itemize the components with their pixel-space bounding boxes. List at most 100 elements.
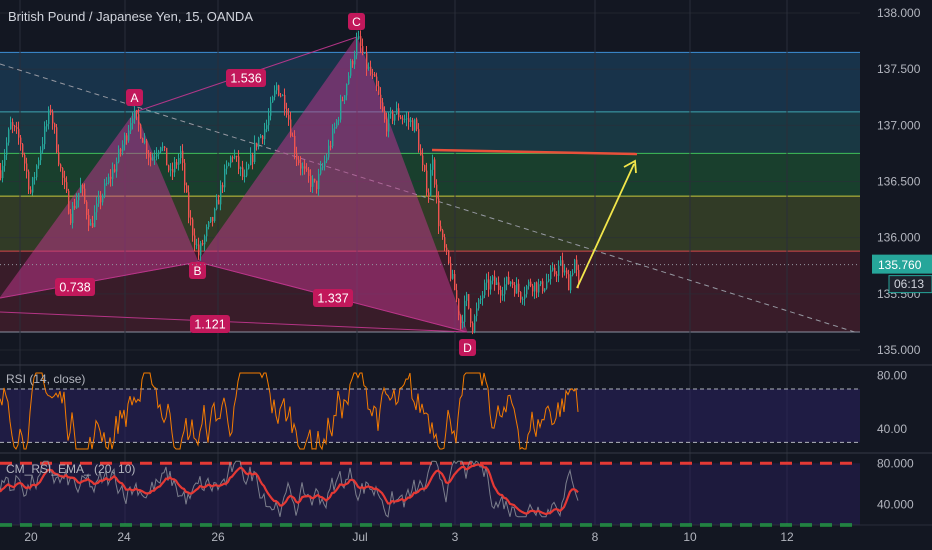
candle-body [364,52,366,54]
candle-body [542,281,544,292]
candle-body [416,119,418,130]
candle-body [386,119,388,132]
candle-body [72,205,74,224]
candle-body [150,157,152,161]
candle-body [528,281,530,287]
candle-body [20,137,22,145]
candle-body [124,135,126,145]
candle-body [84,188,86,202]
candle-body [282,95,284,97]
candle-body [464,300,466,322]
time-axis-tick-label: Jul [352,530,367,544]
candle-body [362,46,364,54]
candle-body [466,294,468,301]
candle-body [328,145,330,158]
gbpjpy-chart[interactable]: A B C D 1.536 0.738 1.337 1.121 138.000 137.500 13… [0,0,932,550]
candle-body [394,114,396,121]
candle-body [284,95,286,109]
candle-body [100,196,102,203]
candle-body [310,175,312,187]
candle-body [570,274,572,291]
candle-body [54,123,56,128]
candle-body [70,213,72,224]
time-axis-tick-label: 12 [780,530,794,544]
candle-body [60,164,62,169]
candle-body [298,159,300,164]
candle-body [216,199,218,209]
candle-body [280,95,282,97]
candle-body [562,260,564,273]
candle-body [230,157,232,164]
candle-body [556,274,558,276]
candle-body [34,177,36,179]
candle-body [46,123,48,127]
candle-body [510,281,512,285]
candle-body [484,282,486,296]
candle-body [148,153,150,158]
candle-body [492,276,494,281]
cm-rsi-axis-tick-label: 80.000 [877,456,914,470]
candle-body [238,156,240,169]
candle-body [260,135,262,138]
candle-body [420,150,422,156]
candle-body [40,150,42,161]
candle-body [116,161,118,172]
candle-body [198,244,200,256]
candle-body [168,165,170,171]
candle-body [244,175,246,177]
candle-body [152,157,154,161]
candle-body [402,118,404,120]
candle-body [390,111,392,114]
candle-body [410,120,412,122]
candle-body [442,230,444,238]
candle-body [208,221,210,227]
candle-body [78,192,80,201]
candle-body [118,149,120,162]
candle-body [300,163,302,169]
candle-body [370,66,372,75]
candle-body [314,178,316,181]
candle-body [548,278,550,282]
candle-body [488,279,490,290]
candle-body [220,185,222,205]
candle-body [456,290,458,299]
candle-body [130,123,132,131]
candle-body [90,223,92,226]
candle-body [518,283,520,293]
candle-body [550,270,552,279]
candle-body [434,159,436,185]
candle-body [236,156,238,158]
candle-body [246,168,248,176]
candle-body [332,128,334,147]
cm-rsi-legend: CM_RSI_EMA_ (20, 10) [6,462,136,476]
candle-body [382,102,384,111]
candle-body [178,157,180,165]
candle-body [170,169,172,171]
candle-body [536,282,538,293]
candle-body [96,203,98,213]
candle-body [568,274,570,291]
candle-body [174,162,176,173]
candle-body [50,109,52,113]
candle-body [74,205,76,209]
candle-body [304,166,306,169]
candle-body [242,167,244,177]
candle-body [92,223,94,227]
candle-body [272,96,274,103]
candle-body [114,169,116,172]
current-price-label: 135.760 [878,258,922,272]
candle-body [358,36,360,39]
candle-body [522,298,524,300]
candle-body [274,90,276,97]
candle-body [144,140,146,143]
candle-body [196,244,198,246]
price-axis-tick-label: 136.000 [877,231,921,245]
candle-body [452,273,454,279]
candle-body [266,125,268,130]
candle-body [444,237,446,248]
candle-body [516,283,518,294]
candle-body [56,127,58,153]
candle-body [428,192,430,197]
candle-body [422,155,424,166]
candle-body [264,129,266,140]
